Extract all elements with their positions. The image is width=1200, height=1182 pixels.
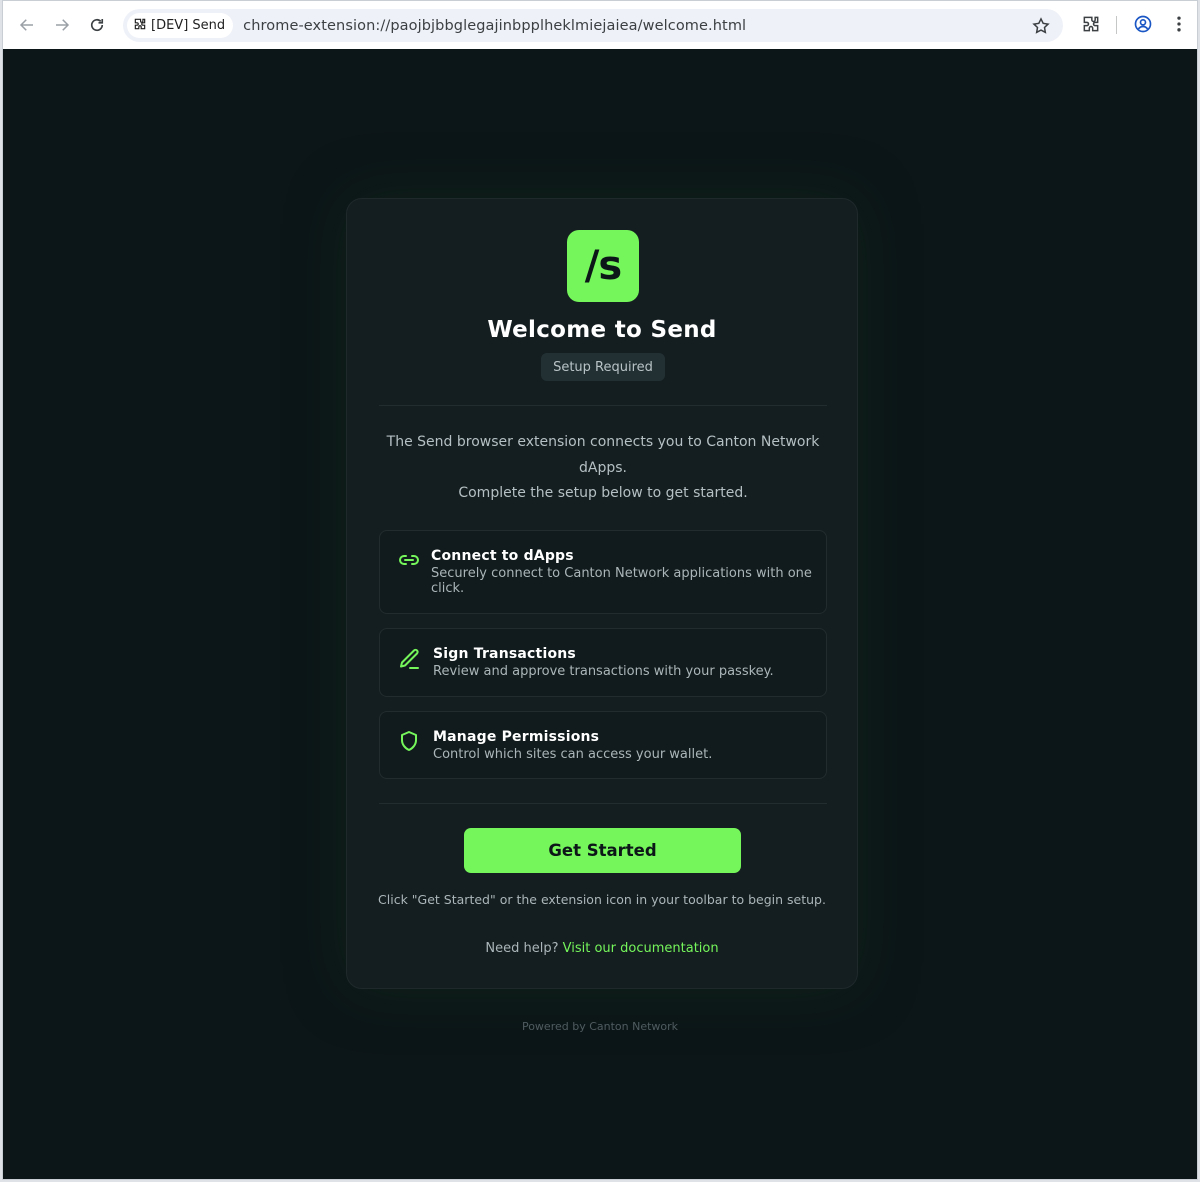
divider	[379, 405, 827, 406]
shield-icon	[397, 729, 421, 753]
feature-title: Sign Transactions	[433, 646, 576, 662]
get-started-button[interactable]: Get Started	[464, 828, 741, 873]
feature-description: Securely connect to Canton Network appli…	[431, 566, 812, 596]
site-chip-label: [DEV] Send	[151, 18, 226, 33]
link-icon	[397, 548, 421, 572]
toolbar-divider	[1116, 16, 1117, 34]
site-info-chip[interactable]: [DEV] Send	[127, 13, 234, 38]
powered-by-footer: Powered by Canton Network	[521, 1020, 679, 1033]
feature-manage-permissions: Manage Permissions Control which sites c…	[379, 711, 827, 779]
feature-sign-transactions: Sign Transactions Review and approve tra…	[379, 628, 827, 697]
extension-puzzle-icon	[133, 17, 147, 35]
back-arrow-icon[interactable]	[13, 11, 41, 39]
intro-line-1: The Send browser extension connects you …	[386, 434, 820, 476]
pen-icon	[397, 647, 421, 671]
intro-line-2: Complete the setup below to get started.	[458, 485, 748, 501]
extensions-icon[interactable]	[1080, 13, 1102, 35]
send-logo: /s	[567, 230, 639, 302]
welcome-page: /s Welcome to Send Setup Required The Se…	[3, 49, 1197, 1179]
feature-title: Manage Permissions	[433, 729, 600, 745]
page-title: Welcome to Send	[487, 317, 717, 343]
setup-hint: Click "Get Started" or the extension ico…	[378, 892, 826, 907]
browser-window: [DEV] Send chrome-extension://paojbjbbgl…	[2, 0, 1198, 1180]
help-line: Need help? Visit our documentation	[347, 941, 857, 956]
feature-description: Review and approve transactions with you…	[433, 664, 774, 679]
feature-description: Control which sites can access your wall…	[433, 747, 713, 762]
reload-icon[interactable]	[83, 11, 111, 39]
documentation-link[interactable]: Visit our documentation	[563, 941, 719, 956]
status-badge: Setup Required	[541, 353, 665, 381]
intro-text: The Send browser extension connects you …	[379, 430, 827, 507]
forward-arrow-icon[interactable]	[48, 11, 76, 39]
help-prefix: Need help?	[485, 941, 559, 956]
profile-icon[interactable]	[1132, 13, 1154, 35]
divider	[379, 803, 827, 804]
more-vert-icon[interactable]	[1168, 13, 1190, 35]
welcome-card: /s Welcome to Send Setup Required The Se…	[346, 198, 858, 989]
browser-toolbar: [DEV] Send chrome-extension://paojbjbbgl…	[3, 1, 1197, 49]
feature-connect-dapps: Connect to dApps Securely connect to Can…	[379, 530, 827, 614]
address-bar[interactable]: [DEV] Send chrome-extension://paojbjbbgl…	[123, 9, 1063, 42]
feature-title: Connect to dApps	[431, 548, 574, 564]
star-icon[interactable]	[1031, 16, 1051, 36]
url-text[interactable]: chrome-extension://paojbjbbglegajinbpplh…	[243, 18, 746, 34]
